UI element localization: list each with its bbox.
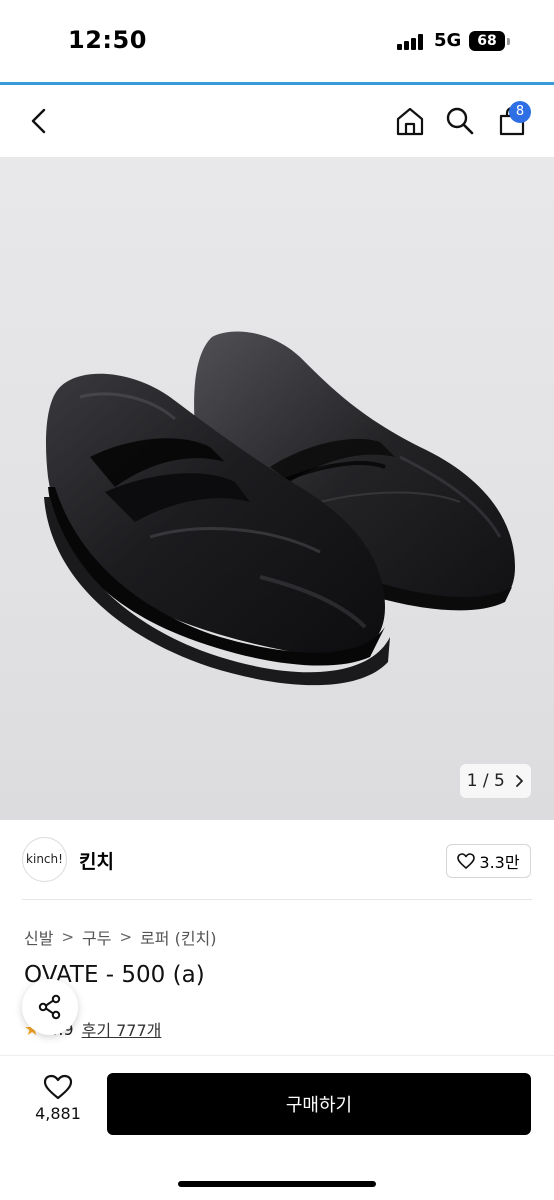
wishlist-button[interactable]: 4,881 (30, 1074, 86, 1130)
top-nav (0, 85, 554, 157)
heart-icon (457, 853, 476, 869)
chevron-right-icon: > (61, 928, 75, 946)
chevron-right-icon: > (119, 928, 133, 946)
wishlist-count: 4,881 (35, 1104, 81, 1123)
brand-like-count: 3.3만 (479, 853, 520, 872)
home-button[interactable] (390, 101, 430, 141)
network-label: 5G (434, 30, 462, 51)
chevron-right-icon (516, 775, 524, 787)
signal-icon (397, 34, 425, 50)
battery-tip (507, 38, 510, 45)
breadcrumb: 신발 > 구두 > 로퍼 (킨치) (24, 925, 217, 949)
share-icon (38, 994, 61, 1020)
search-button[interactable] (440, 101, 480, 141)
brand-name[interactable]: 킨치 (79, 847, 114, 874)
breadcrumb-item[interactable]: 로퍼 (킨치) (140, 925, 216, 949)
breadcrumb-item[interactable]: 신발 (24, 925, 53, 949)
brand-logo[interactable]: kinch! (22, 837, 67, 882)
home-icon (396, 107, 424, 136)
cart-badge: 8 (509, 101, 531, 123)
loafer-shoes-image (44, 331, 515, 686)
image-counter-text: 1 / 5 (466, 771, 505, 791)
review-link[interactable]: 후기 777개 (82, 1017, 162, 1041)
share-button[interactable] (22, 979, 78, 1035)
image-counter[interactable]: 1 / 5 (460, 764, 531, 798)
battery-icon: 68 (469, 31, 505, 51)
chevron-left-icon (31, 108, 46, 134)
product-image[interactable] (0, 157, 554, 820)
status-bar: 12:50 5G 68 (0, 0, 554, 82)
brand-like-button[interactable]: 3.3만 (446, 844, 531, 878)
home-indicator (178, 1181, 376, 1187)
heart-icon (43, 1074, 73, 1100)
breadcrumb-item[interactable]: 구두 (82, 925, 111, 949)
brand-row: kinch! 킨치 3.3만 (0, 820, 554, 900)
back-button[interactable] (20, 101, 60, 141)
buy-button[interactable]: 구매하기 (107, 1073, 531, 1135)
status-time: 12:50 (68, 26, 147, 54)
divider (22, 899, 532, 900)
search-icon (446, 107, 474, 135)
